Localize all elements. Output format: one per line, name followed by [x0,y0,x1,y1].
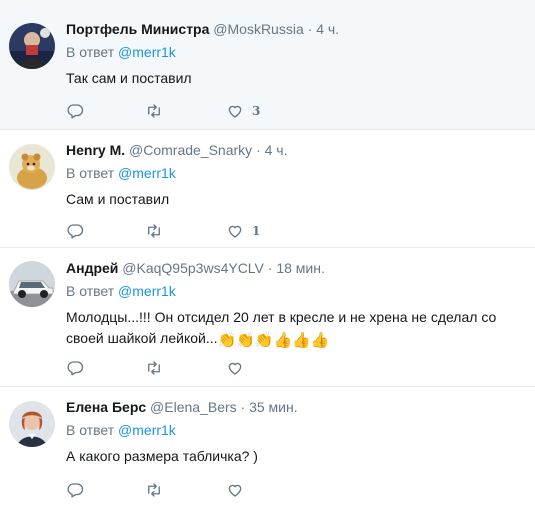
tweet[interactable]: Елена Берс @Elena_Bers · 35 мин. В ответ… [0,387,535,507]
avatar[interactable] [9,401,55,447]
action-bar [66,359,252,377]
timestamp[interactable]: 4 ч. [316,21,339,37]
avatar-image [9,261,55,307]
avatar-image [9,23,55,69]
reply-button[interactable] [66,481,84,499]
timestamp[interactable]: 4 ч. [265,142,288,158]
heart-icon [228,225,242,238]
reply-icon [67,483,84,498]
author-handle[interactable]: @Comrade_Snarky [129,142,252,158]
heart-icon [228,484,242,497]
author-handle[interactable]: @MoskRussia [213,21,303,37]
reply-icon [67,361,84,376]
tweet-text: А какого размера табличка? ) [66,448,258,464]
retweet-button[interactable] [145,359,163,377]
retweet-icon [148,483,160,497]
reply-prefix: В ответ [66,283,115,299]
reply-mention-link[interactable]: @merr1k [118,422,176,438]
separator: · [307,21,313,37]
avatar[interactable] [9,261,55,307]
avatar[interactable] [9,23,55,69]
reply-context: В ответ @merr1k [66,42,527,62]
action-bar: 3 [66,102,260,120]
reply-button[interactable] [66,359,84,377]
reply-context: В ответ @merr1k [66,163,527,183]
tweet-text: Молодцы...!!! Он отсидел 20 лет в кресле… [66,307,527,349]
heart-icon [228,362,242,375]
reply-context: В ответ @merr1k [66,420,527,440]
emoji-reactions: 👏👏👏👍👍👍 [217,332,330,349]
reply-mention-link[interactable]: @merr1k [118,44,176,60]
action-bar: 1 [66,222,260,240]
retweet-icon [148,361,160,375]
tweet-header: Елена Берс @Elena_Bers · 35 мин. [66,397,527,417]
reply-mention-link[interactable]: @merr1k [118,283,176,299]
separator: · [256,142,261,158]
retweet-icon [148,104,160,118]
author-handle[interactable]: @Elena_Bers [150,399,237,415]
tweet[interactable]: Портфель Министра @MoskRussia · 4 ч. В о… [0,0,535,130]
reply-mention-link[interactable]: @merr1k [118,165,176,181]
tweet-header: Портфель Министра @MoskRussia · 4 ч. [66,19,527,39]
tweet[interactable]: Henry M. @Comrade_Snarky · 4 ч. В ответ … [0,130,535,248]
action-bar [66,481,252,499]
like-count: 3 [252,104,261,118]
tweet-text: Сам и поставил [66,191,170,207]
avatar-image [9,144,55,190]
like-button[interactable] [226,359,252,377]
reply-button[interactable] [66,102,84,120]
author-name[interactable]: Елена Берс [66,399,146,415]
avatar[interactable] [9,144,55,190]
author-handle[interactable]: @KaqQ95p3ws4YCLV [122,260,264,276]
author-name[interactable]: Портфель Министра [66,21,209,37]
retweet-icon [148,224,160,238]
retweet-button[interactable] [145,222,163,240]
reply-icon [67,224,84,239]
tweet-text: Так сам и поставил [66,70,192,86]
avatar-image [9,401,55,447]
retweet-button[interactable] [145,102,163,120]
tweet[interactable]: Андрей @KaqQ95p3ws4YCLV · 18 мин. В отве… [0,248,535,387]
separator: · [267,260,273,276]
reply-prefix: В ответ [66,165,115,181]
reply-prefix: В ответ [66,44,115,60]
reply-icon [67,104,84,119]
like-count: 1 [252,224,261,238]
tweet-header: Henry M. @Comrade_Snarky · 4 ч. [66,140,527,160]
tweet-header: Андрей @KaqQ95p3ws4YCLV · 18 мин. [66,258,527,278]
reply-feed: Портфель Министра @MoskRussia · 4 ч. В о… [0,0,535,507]
author-name[interactable]: Андрей [66,260,118,276]
timestamp[interactable]: 35 мин. [249,399,298,415]
heart-icon [228,105,242,118]
separator: · [240,399,246,415]
reply-button[interactable] [66,222,84,240]
like-button[interactable]: 3 [226,102,260,120]
author-name[interactable]: Henry M. [66,142,125,158]
reply-context: В ответ @merr1k [66,281,527,301]
like-button[interactable] [226,481,252,499]
retweet-button[interactable] [145,481,163,499]
reply-prefix: В ответ [66,422,115,438]
like-button[interactable]: 1 [226,222,260,240]
timestamp[interactable]: 18 мин. [276,260,325,276]
